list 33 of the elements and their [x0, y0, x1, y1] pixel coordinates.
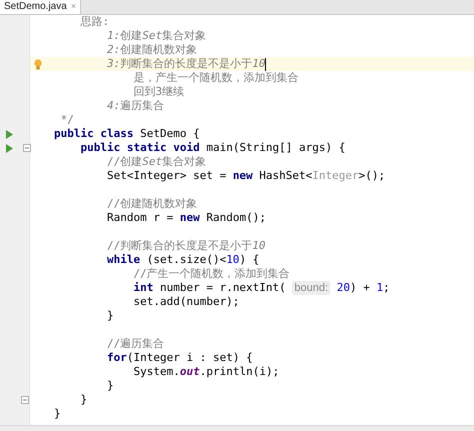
- run-icon[interactable]: [6, 130, 13, 138]
- lightbulb-icon[interactable]: [34, 58, 42, 70]
- code-line: Set<Integer> set = new HashSet<Integer>();: [106, 169, 386, 183]
- run-icon[interactable]: [6, 144, 13, 152]
- code-line: set.add(number);: [132, 295, 240, 309]
- code-line: Random r = new Random();: [106, 211, 266, 225]
- code-line: //产生一个随机数，添加到集合: [132, 267, 290, 281]
- code-line: }: [79, 393, 88, 407]
- code-line: }: [106, 379, 114, 393]
- code-line: //判断集合的长度是不是小于10: [106, 239, 266, 253]
- code-line: public class SetDemo {: [54, 127, 200, 141]
- code-line: 思路:: [79, 15, 110, 29]
- code-line: 3:判断集合的长度是不是小于10: [106, 57, 266, 71]
- code-line: System.out.println(i);: [132, 365, 280, 379]
- code-line: 1:创建Set集合对象: [106, 29, 206, 43]
- code-line: 回到3继续: [132, 85, 184, 99]
- parameter-hint: bound:: [292, 281, 330, 295]
- code-line: //创建随机数对象: [106, 197, 198, 211]
- code-line: public static void main(String[] args) {: [79, 141, 346, 155]
- code-line: 2:创建随机数对象: [106, 43, 198, 57]
- code-line: //创建Set集合对象: [106, 155, 206, 169]
- code-line: */: [60, 113, 74, 127]
- code-line: }: [54, 407, 61, 421]
- fold-icon[interactable]: [21, 396, 29, 404]
- file-tab[interactable]: SetDemo.java ×: [0, 0, 82, 14]
- code-line: //遍历集合: [106, 337, 164, 351]
- code-line: for(Integer i : set) {: [106, 351, 253, 365]
- code-line: while (set.size()<10) {: [106, 253, 260, 267]
- code-line: 4:遍历集合: [106, 99, 164, 113]
- code-line: 是，产生一个随机数，添加到集合: [132, 71, 298, 85]
- code-line: }: [106, 309, 114, 323]
- code-line: int number = r.nextInt( bound: 20) + 1;: [132, 281, 390, 295]
- fold-icon[interactable]: [23, 144, 31, 152]
